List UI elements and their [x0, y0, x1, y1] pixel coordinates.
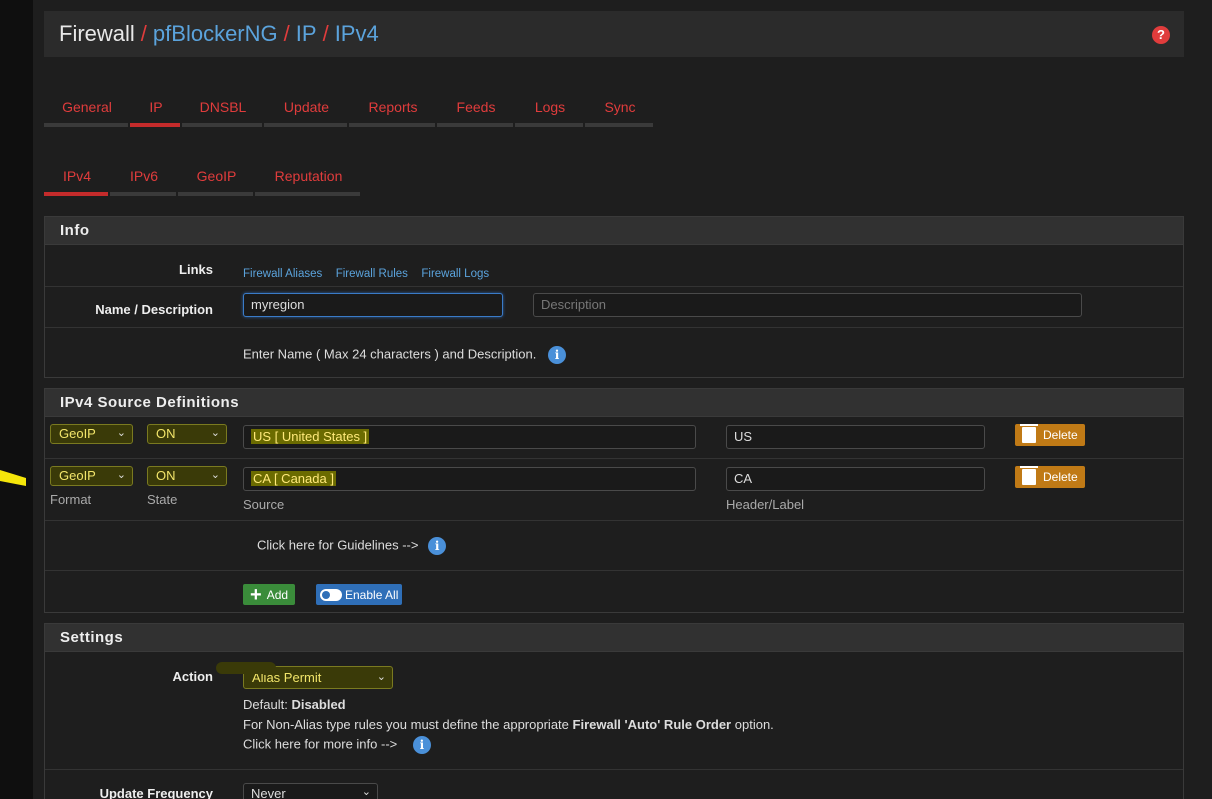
guidelines-link[interactable]: Click here for Guidelines -->: [257, 537, 418, 552]
settings-panel: Settings Action Alias Permit ⌄ Default: D…: [44, 623, 1184, 799]
tab-label: Reputation: [274, 168, 343, 184]
chevron-down-icon: ⌄: [210, 427, 220, 439]
info-icon[interactable]: i: [547, 346, 566, 364]
source-input[interactable]: US [ United States ]: [243, 425, 696, 449]
tab-label: Update: [283, 99, 330, 115]
format-select[interactable]: GeoIP ⌄: [50, 466, 133, 486]
tab-update[interactable]: Update: [264, 87, 349, 127]
links-row: Links Firewall Aliases Firewall Rules Fi…: [45, 245, 1183, 287]
help-icon[interactable]: ?: [1152, 26, 1170, 44]
action-label: Action: [172, 669, 213, 684]
chevron-down-icon: ⌄: [116, 427, 126, 439]
delete-button[interactable]: Delete: [1015, 466, 1085, 488]
state-column-label: State: [147, 492, 178, 507]
breadcrumb-ipv4[interactable]: IPv4: [335, 21, 379, 46]
info-icon[interactable]: i: [412, 736, 431, 754]
chevron-down-icon: ⌄: [116, 469, 126, 481]
source-row: GeoIP ⌄ ON ⌄ US [ United States ] US Delet…: [45, 417, 1183, 459]
tab-reputation[interactable]: Reputation: [255, 156, 362, 196]
breadcrumb-pfblockerng[interactable]: pfBlockerNG: [153, 21, 278, 46]
breadcrumb-ip[interactable]: IP: [296, 21, 317, 46]
header-label-column-label: Header/Label: [726, 497, 805, 512]
tab-label: IPv4: [62, 168, 91, 184]
source-input[interactable]: CA [ Canada ]: [243, 467, 696, 491]
tab-logs[interactable]: Logs: [515, 87, 585, 127]
chevron-down-icon: ⌄: [210, 469, 220, 481]
delete-button[interactable]: Delete: [1015, 424, 1085, 446]
tab-sync[interactable]: Sync: [585, 87, 655, 127]
tab-geoip[interactable]: GeoIP: [178, 156, 255, 196]
trash-icon: [1020, 424, 1038, 443]
info-panel-title: Info: [45, 217, 1183, 245]
name-description-label: Name / Description: [95, 302, 213, 317]
info-panel: Info Links Firewall Aliases Firewall Rul…: [44, 216, 1184, 378]
breadcrumb-firewall: Firewall: [59, 21, 135, 46]
tab-label: Feeds: [456, 99, 496, 115]
name-input[interactable]: myregion: [243, 293, 503, 317]
breadcrumb-separator: /: [283, 21, 290, 46]
tab-ipv4[interactable]: IPv4: [44, 156, 110, 196]
info-hint-row: Enter Name ( Max 24 characters ) and Des…: [45, 328, 1183, 378]
source-column-label: Source: [243, 497, 285, 512]
add-button[interactable]: + Add: [243, 583, 296, 606]
tab-reports[interactable]: Reports: [349, 87, 437, 127]
settings-title: Settings: [45, 624, 1183, 652]
source-definitions-panel: IPv4 Source Definitions GeoIP ⌄ ON ⌄ US [ …: [44, 388, 1184, 613]
main-tabs: General IP DNSBL Update Reports Feeds Logs Sync: [44, 87, 655, 127]
header-label-input[interactable]: US: [726, 425, 985, 449]
enable-all-button[interactable]: Enable All: [316, 584, 403, 605]
sub-tabs: IPv4 IPv6 GeoIP Reputation: [44, 156, 362, 196]
tab-label: IP: [149, 99, 163, 115]
tab-feeds[interactable]: Feeds: [437, 87, 515, 127]
tab-label: GeoIP: [196, 168, 237, 184]
tab-general[interactable]: General: [44, 87, 130, 127]
firewall-rules-link[interactable]: Firewall Rules: [336, 268, 408, 280]
guidelines-row: Click here for Guidelines --> i: [45, 521, 1183, 571]
nonalias-note: For Non-Alias type rules you must define…: [243, 717, 774, 732]
toggle-icon: [320, 588, 342, 601]
format-select[interactable]: GeoIP ⌄: [50, 424, 133, 444]
name-hint-text: Enter Name ( Max 24 characters ) and Des…: [243, 346, 537, 362]
update-frequency-select[interactable]: Never ⌄: [243, 783, 378, 799]
tab-label: General: [62, 99, 112, 115]
state-select[interactable]: ON ⌄: [147, 424, 227, 444]
info-icon[interactable]: i: [428, 537, 447, 555]
tab-dnsbl[interactable]: DNSBL: [182, 87, 264, 127]
update-frequency-label: Update Frequency: [99, 786, 213, 799]
breadcrumb-separator: /: [140, 21, 147, 46]
tab-ipv6[interactable]: IPv6: [110, 156, 178, 196]
source-definitions-title: IPv4 Source Definitions: [45, 389, 1183, 417]
more-info-link[interactable]: Click here for more info -->: [243, 736, 397, 751]
firewall-aliases-link[interactable]: Firewall Aliases: [243, 268, 322, 280]
header-label-input[interactable]: CA: [726, 467, 985, 491]
default-note: Default: Disabled: [243, 697, 346, 712]
firewall-logs-link[interactable]: Firewall Logs: [421, 268, 489, 280]
state-select[interactable]: ON ⌄: [147, 466, 227, 486]
tab-label: Reports: [368, 99, 418, 115]
annotation-highlight: [216, 662, 276, 674]
tab-label: IPv6: [129, 168, 158, 184]
links-label: Links: [179, 262, 213, 277]
action-buttons-row: + Add Enable All: [45, 571, 1183, 613]
name-row: Name / Description myregion Description: [45, 287, 1183, 328]
annotation-arrow: [0, 470, 26, 486]
source-row: GeoIP ⌄ ON ⌄ CA [ Canada ] CA Delete Forma…: [45, 459, 1183, 521]
tab-ip[interactable]: IP: [130, 87, 182, 127]
format-column-label: Format: [50, 492, 92, 507]
trash-icon: [1020, 466, 1038, 485]
chevron-down-icon: ⌄: [361, 786, 371, 798]
breadcrumb-separator: /: [322, 21, 329, 46]
breadcrumb: Firewall / pfBlockerNG / IP / IPv4: [59, 21, 379, 47]
tab-label: Sync: [604, 99, 636, 115]
tab-label: DNSBL: [199, 99, 247, 115]
description-input[interactable]: Description: [533, 293, 1082, 317]
page-header: Firewall / pfBlockerNG / IP / IPv4 ?: [44, 11, 1184, 57]
plus-icon: +: [250, 583, 262, 606]
tab-label: Logs: [534, 99, 566, 115]
update-frequency-row: Update Frequency Never ⌄: [45, 770, 1183, 799]
chevron-down-icon: ⌄: [376, 671, 386, 683]
